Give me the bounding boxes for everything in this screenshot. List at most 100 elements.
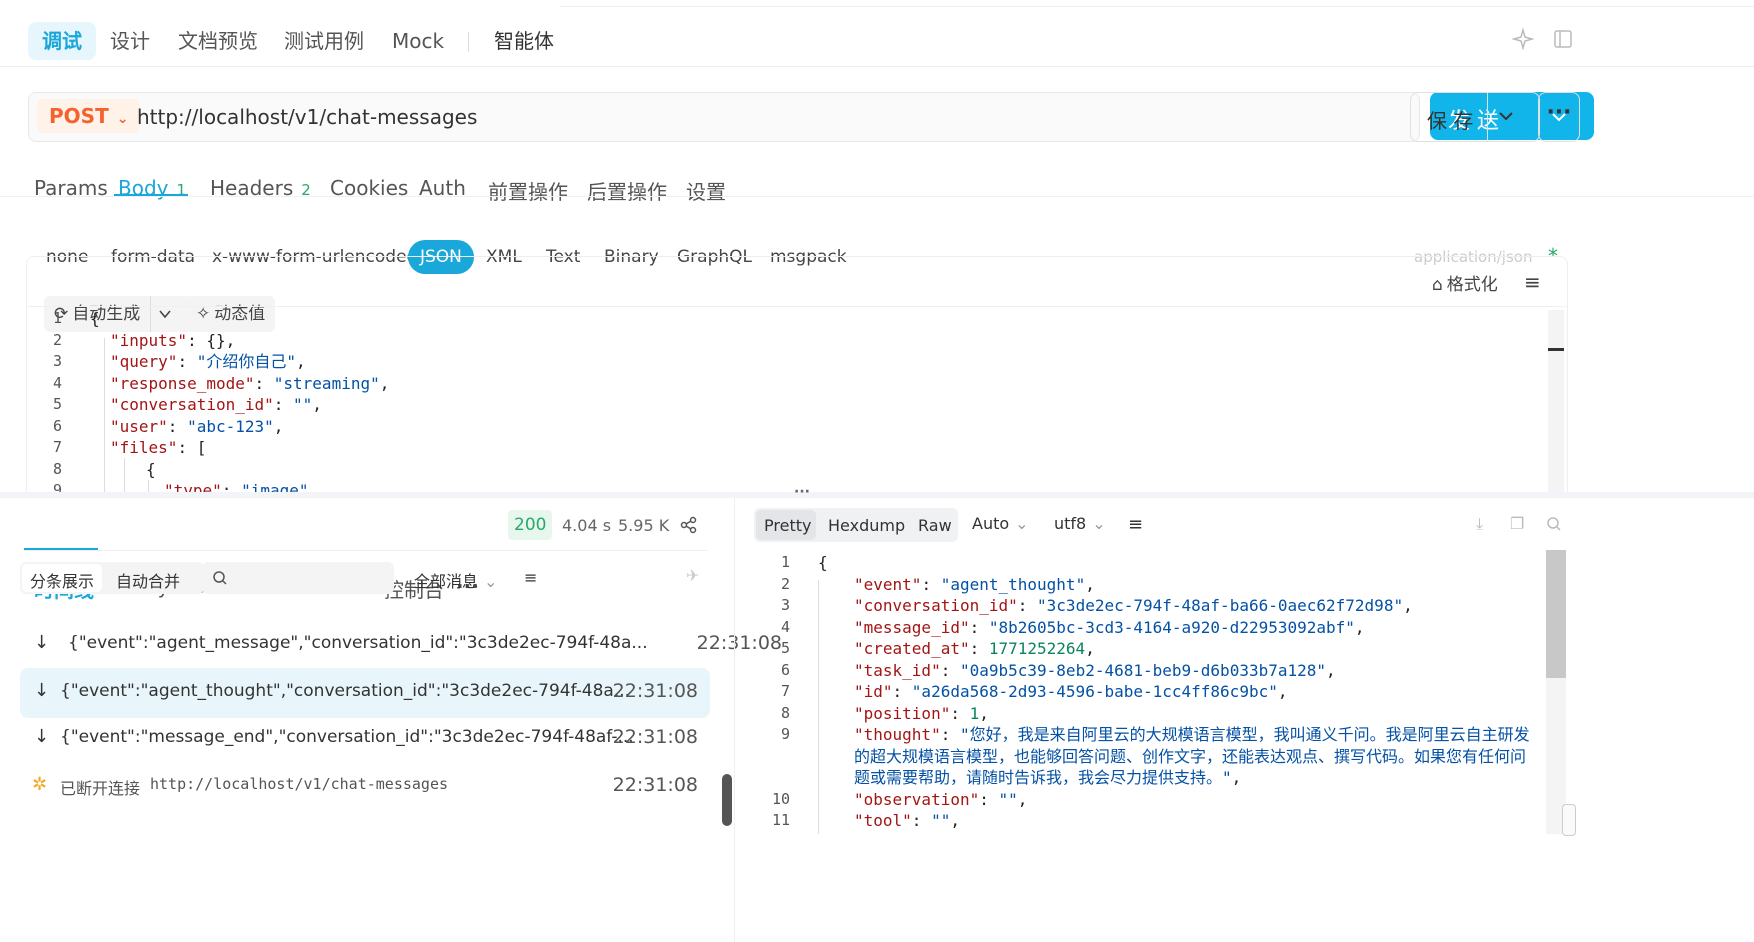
sort-icon[interactable]: ≡ [524,568,537,587]
disconnect-icon: ✲ [32,774,48,795]
view-split[interactable]: 分条展示 [30,568,94,592]
sparkle-icon[interactable] [1512,28,1534,50]
tab-mock[interactable]: Mock [378,22,458,60]
disconnect-url: http://localhost/v1/chat-messages [150,775,449,793]
code-area[interactable]: 1 {2 "inputs": {}, 3 "query": "介绍你自己", 4 "resp… [28,308,1544,492]
wrap-icon[interactable]: ≡ [1524,270,1541,294]
editor-scrollbar[interactable] [1548,310,1564,494]
event-row[interactable]: ↓ {"event":"agent_message","conversation… [24,620,794,670]
chevron-down-icon: ⌄ [1015,514,1029,533]
top-divider [560,6,1754,7]
event-text: {"event":"message_end","conversation_id"… [60,727,634,747]
code-line: "position": 1, [854,703,989,723]
line-number: 11 [771,811,790,829]
response-time: 4.04 s [562,516,612,535]
scroll-thumb[interactable] [1548,348,1564,351]
search-icon[interactable] [1546,516,1562,532]
wrap-icon[interactable]: ≡ [1128,514,1143,535]
line-number: 1 [780,553,790,571]
line-number: 2 [52,330,62,349]
line-number: 5 [52,395,62,413]
copy-icon[interactable]: ❐ [1510,514,1524,533]
code-line: "task_id": "0a9b5c39-8eb2-4681-beb9-d6b0… [854,660,1336,680]
code-line: 题或需要帮助，请随时告诉我，我会尽力提供支持。", [854,768,1242,787]
line-number: 9 [52,481,62,492]
auto-select[interactable]: Auto ⌄ [972,514,1029,533]
disconnect-label: 已断开连接 [60,779,141,798]
line-number: 6 [780,660,790,679]
chevron-down-icon: ⌄ [1092,514,1106,533]
line-number: 8 [52,459,62,478]
save-label: 保 存 [1427,109,1474,133]
mode-pretty[interactable]: Pretty [764,516,811,535]
indent-guide [104,338,105,492]
line-number: 4 [780,617,790,636]
code-line: "thought": "您好，我是来自阿里云的大规模语言模型，我叫通义千问。我是… [854,725,1530,744]
indent-guide [124,458,125,492]
event-time: 22:31:08 [612,774,698,796]
method-select[interactable]: POST ⌄ [37,99,141,133]
format-icon: ⌂ [1432,275,1443,295]
encoding-select[interactable]: utf8 ⌄ [1054,514,1106,533]
event-row[interactable]: ↓ {"event":"message_end","conversation_i… [20,714,710,764]
search-input[interactable] [202,562,394,594]
code-line: "inputs": {}, [110,330,236,350]
event-row-selected[interactable]: ↓ {"event":"agent_thought","conversation… [20,668,710,718]
tab-test-cases[interactable]: 测试用例 [270,22,378,60]
tab-debug[interactable]: 调试 [28,22,96,60]
chevron-down-icon[interactable] [1497,107,1515,125]
tab-doc-preview[interactable]: 文档预览 [164,22,272,60]
arrow-down-icon: ↓ [34,680,50,701]
response-size: 5.95 K [618,516,670,535]
code-line: "query": "介绍你自己", [110,352,306,371]
line-number: 3 [52,352,62,370]
drag-handle-icon[interactable]: ··· [794,484,810,500]
pane-divider [734,498,735,942]
response-code-area[interactable]: 1 {2 "event": "agent_thought", 3 "conversati… [754,550,1546,834]
save-button[interactable]: 保 存 [1410,92,1540,142]
code-line: "created_at": 1771252264, [854,639,1095,658]
line-number: 9 [780,725,790,743]
search-icon [213,571,227,585]
code-line: "conversation_id": "", [110,395,322,414]
line-number: 2 [780,574,790,593]
side-handle[interactable] [1562,804,1576,836]
line-number: 7 [780,682,790,700]
format-button[interactable]: ⌂ 格式化 [1432,270,1498,295]
line-number: 7 [52,438,62,456]
chevron-down-icon: ⌄ [116,111,129,127]
auto-select-label: Auto [972,514,1010,533]
more-icon[interactable]: ··· [1538,92,1580,142]
tab-agent[interactable]: 智能体 [480,22,568,60]
url-input[interactable]: http://localhost/v1/chat-messages [137,93,477,141]
message-filter[interactable]: 全部消息 ⌄ [414,568,497,592]
tab-design[interactable]: 设计 [96,22,164,60]
code-line: { [146,459,156,479]
arrow-down-icon: ↓ [34,726,50,747]
scroll-thumb[interactable] [1546,550,1566,678]
panel-splitter[interactable] [0,492,1754,498]
code-line: "id": "a26da568-2d93-4596-babe-1cc4ff86c… [854,682,1288,701]
download-icon[interactable]: ⤓ [1476,514,1483,534]
panel-icon[interactable] [1552,28,1574,50]
code-line: "observation": "", [854,789,1028,809]
response-scrollbar[interactable] [1546,550,1566,834]
format-label: 格式化 [1446,275,1498,295]
event-text: {"event":"agent_thought","conversation_i… [60,681,631,701]
message-filter-label: 全部消息 [414,572,479,591]
share-icon[interactable] [680,516,698,534]
tab-settings[interactable]: 设置 [686,176,726,205]
clear-icon[interactable]: ✈ [686,566,699,585]
encoding-label: utf8 [1054,514,1087,533]
subtab-divider [0,196,1754,197]
method-label: POST [49,104,109,128]
tab-post-ops[interactable]: 后置操作 [587,176,667,205]
clipped-row [60,598,500,608]
mode-raw[interactable]: Raw [918,516,952,535]
mode-hexdump[interactable]: Hexdump [828,516,905,535]
timeline-scrollbar[interactable] [722,774,732,826]
disconnect-row[interactable]: ✲ 已断开连接 http://localhost/v1/chat-message… [20,762,710,812]
view-merge[interactable]: 自动合并 [116,568,180,592]
tab-pre-ops[interactable]: 前置操作 [488,176,568,205]
editor-toolbar-divider [26,306,1566,307]
